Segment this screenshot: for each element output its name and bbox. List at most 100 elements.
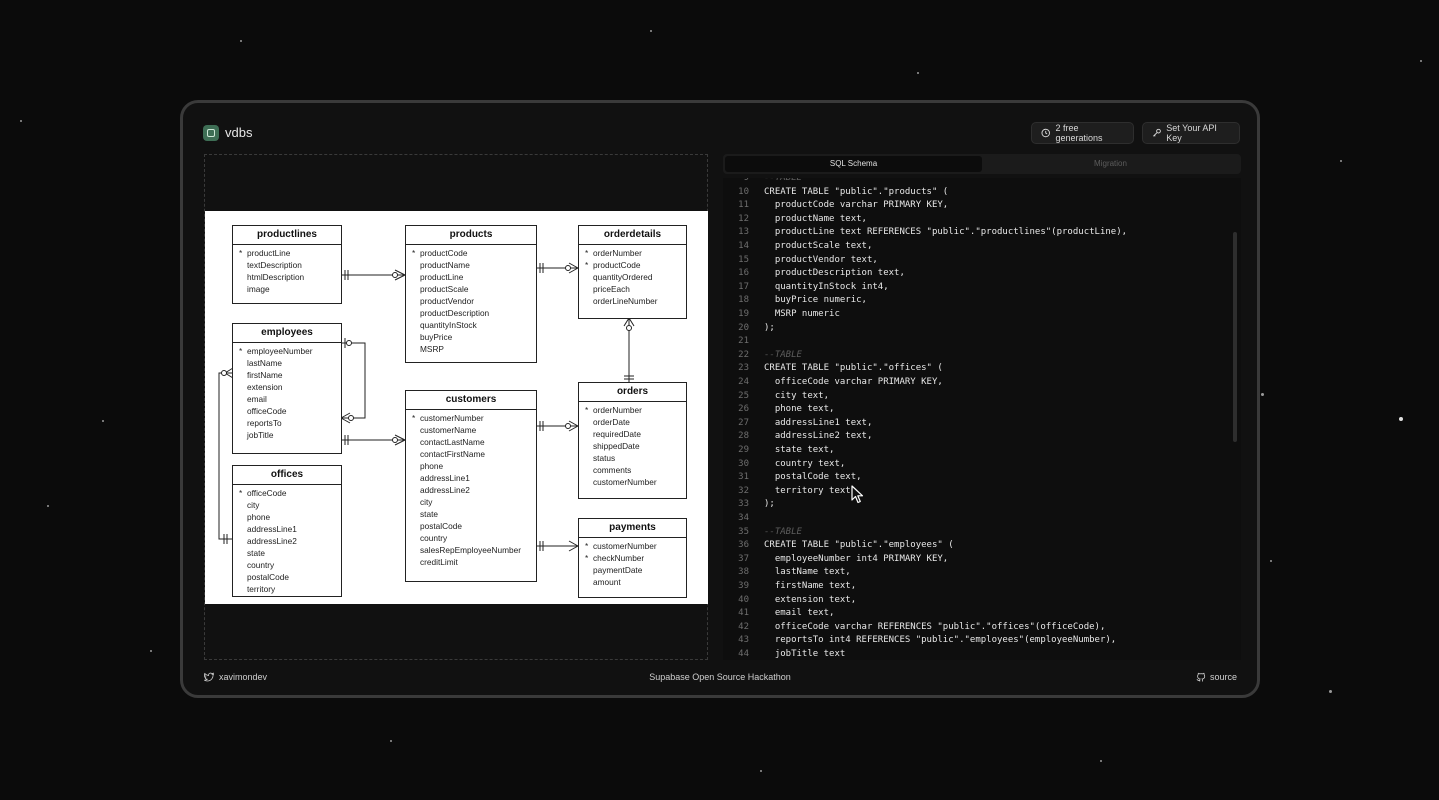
code-line: 12 productName text, <box>723 213 1229 227</box>
line-number: 16 <box>738 268 749 279</box>
entity-field: productName <box>420 260 470 270</box>
entity-field: phone <box>420 461 444 471</box>
app-name[interactable]: vdbs <box>225 125 252 141</box>
code-line: 28 addressLine2 text, <box>723 430 1229 444</box>
entity-field: productDescription <box>420 308 490 318</box>
entity-orders: orders orderNumberorderDate requiredDate sh… <box>578 382 687 499</box>
code-text: CREATE TABLE "public"."employees" ( <box>764 540 954 551</box>
vdbs-logo-icon[interactable] <box>203 125 219 141</box>
free-generations-label: 2 free generations <box>1055 123 1103 143</box>
code-line: 37 employeeNumber int4 PRIMARY KEY, <box>723 553 1229 567</box>
entity-field: state <box>247 548 265 558</box>
entity-field: extension <box>247 382 283 392</box>
entity-field: productCode <box>585 259 686 271</box>
entity-field: checkNumber <box>585 552 686 564</box>
line-number: 39 <box>738 581 749 591</box>
code-line: 35 --TABLE <box>723 526 1229 540</box>
entity-field: productCode <box>412 247 536 259</box>
line-number: 36 <box>738 540 749 551</box>
source-link[interactable]: source <box>1210 671 1237 683</box>
sql-code-editor[interactable]: 9 --TABLE 10 CREATE TABLE "public"."product… <box>723 178 1241 660</box>
code-text: ); <box>764 322 775 333</box>
code-text: firstName text, <box>764 581 857 591</box>
line-number: 13 <box>738 227 749 238</box>
code-text: email text, <box>764 608 835 619</box>
star <box>650 30 652 32</box>
code-line: 21 <box>723 335 1229 349</box>
entity-title: customers <box>406 391 536 410</box>
entity-fields: orderNumberproductCodequantityOrdered pri… <box>579 245 686 307</box>
code-line: 10 CREATE TABLE "public"."products" ( <box>723 186 1229 200</box>
entity-title: productlines <box>233 226 341 245</box>
line-number: 10 <box>738 186 749 197</box>
tab-migration[interactable]: Migration <box>982 156 1239 172</box>
line-number: 24 <box>738 377 749 387</box>
entity-field: priceEach <box>593 284 630 294</box>
footer: xavimondev Supabase Open Source Hackatho… <box>183 666 1257 688</box>
code-text: state text, <box>764 445 835 455</box>
code-text: officeCode varchar PRIMARY KEY, <box>764 377 943 387</box>
code-line: 41 email text, <box>723 607 1229 621</box>
entity-field: postalCode <box>420 521 462 531</box>
entity-fields: productCodeproductName productLine product… <box>406 245 536 355</box>
code-text: jobTitle text <box>764 649 846 659</box>
clock-icon <box>1041 128 1050 138</box>
entity-fields: customerNumbercheckNumberpaymentDate amou… <box>579 538 686 588</box>
star <box>390 740 392 742</box>
mouse-cursor-icon <box>851 485 864 504</box>
entity-field: reportsTo <box>247 418 282 428</box>
entity-title: orders <box>579 383 686 402</box>
star <box>20 120 22 122</box>
entity-field: htmlDescription <box>247 272 305 282</box>
key-icon <box>1153 128 1161 137</box>
set-api-key-button[interactable]: Set Your API Key <box>1142 122 1240 144</box>
entity-employees: employees employeeNumberlastName firstName… <box>232 323 342 454</box>
entity-field: customerNumber <box>593 477 657 487</box>
diagram-dropzone[interactable]: productlines productLinetextDescription ht… <box>204 154 708 660</box>
entity-field: addressLine1 <box>420 473 470 483</box>
line-number: 22 <box>738 349 749 360</box>
code-text: country text, <box>764 458 846 469</box>
entity-title: products <box>406 226 536 245</box>
code-line: 15 productVendor text, <box>723 254 1229 268</box>
code-text: productDescription text, <box>764 268 905 279</box>
entity-field: customerName <box>420 425 477 435</box>
entity-fields: productLinetextDescription htmlDescriptio… <box>233 245 341 295</box>
line-number: 23 <box>738 363 749 374</box>
entity-field: productVendor <box>420 296 474 306</box>
star <box>1100 760 1102 762</box>
entity-field: textDescription <box>247 260 302 270</box>
entity-title: orderdetails <box>579 226 686 245</box>
free-generations-button[interactable]: 2 free generations <box>1031 122 1134 144</box>
entity-field: contactLastName <box>420 437 485 447</box>
code-text: productName text, <box>764 213 867 224</box>
star <box>1399 417 1403 421</box>
line-number: 35 <box>738 526 749 537</box>
entity-field: employeeNumber <box>239 345 341 357</box>
code-text: phone text, <box>764 404 835 415</box>
line-number: 11 <box>738 200 749 211</box>
github-icon[interactable] <box>1196 672 1206 682</box>
entity-field: customerNumber <box>412 412 536 424</box>
tab-sql-schema[interactable]: SQL Schema <box>725 156 982 172</box>
entity-field: firstName <box>247 370 283 380</box>
code-line: 40 extension text, <box>723 594 1229 608</box>
editor-scrollbar[interactable] <box>1233 232 1237 442</box>
code-text: --TABLE <box>764 526 802 537</box>
entity-field: quantityInStock <box>420 320 477 330</box>
code-line: 38 lastName text, <box>723 566 1229 580</box>
entity-field: lastName <box>247 358 283 368</box>
line-number: 40 <box>738 594 749 605</box>
code-line: 18 buyPrice numeric, <box>723 294 1229 308</box>
line-number: 19 <box>738 309 749 319</box>
entity-field: city <box>420 497 433 507</box>
entity-field: amount <box>593 577 621 587</box>
code-line: 27 addressLine1 text, <box>723 417 1229 431</box>
code-text: ); <box>764 499 775 510</box>
entity-field: addressLine2 <box>247 536 297 546</box>
code-line: 36 CREATE TABLE "public"."employees" ( <box>723 539 1229 553</box>
entity-field: productLine <box>239 247 341 259</box>
code-line: 9 --TABLE <box>723 178 1229 186</box>
line-number: 25 <box>738 390 749 401</box>
star <box>102 420 104 422</box>
